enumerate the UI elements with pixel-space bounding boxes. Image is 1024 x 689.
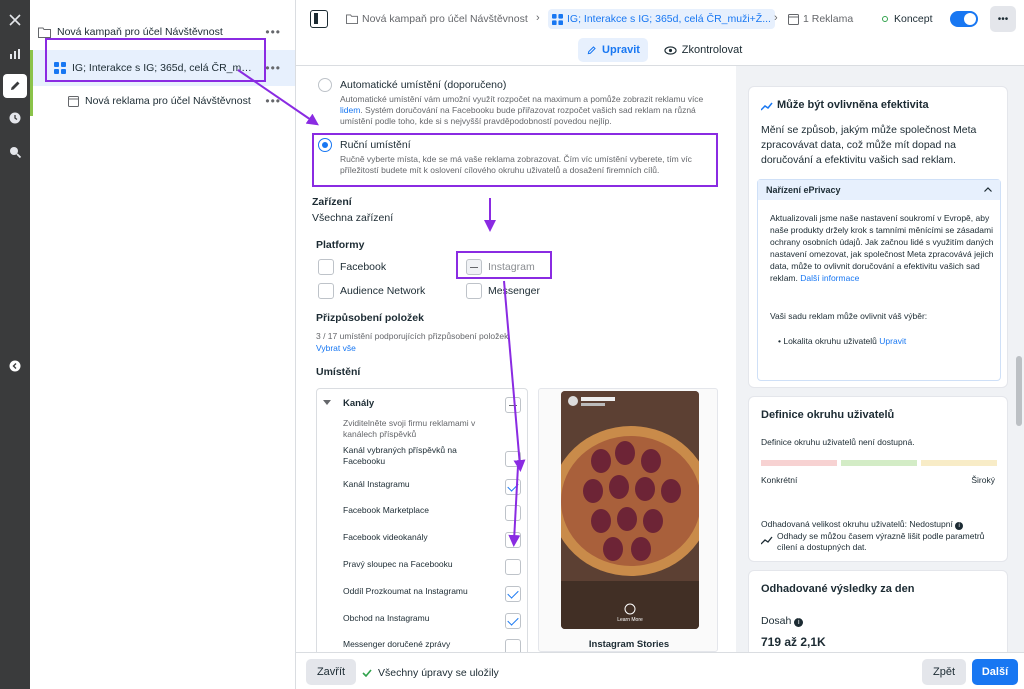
info-icon[interactable]: i — [794, 618, 804, 627]
more-options-button[interactable]: ••• — [990, 6, 1016, 32]
broad-label: Široký — [971, 475, 995, 485]
placement-form: Automatické umístění (doporučeno) Automa… — [296, 66, 736, 652]
folder-icon — [346, 14, 358, 24]
bottom-bar: Zavřít Všechny úpravy se uložily Zpět Da… — [296, 652, 1024, 689]
reach-label: Dosah — [761, 615, 792, 627]
status-badge: Koncept — [882, 11, 933, 27]
reach-value: 719 až 2,1K — [761, 635, 826, 649]
trend-sparkle-icon — [761, 536, 773, 545]
chevron-up-icon[interactable] — [984, 187, 992, 192]
more-options-icon[interactable]: ••• — [265, 25, 281, 39]
collapse-toggle-icon[interactable] — [3, 354, 27, 378]
eprivacy-bullet-label: Lokalita okruhu uživatelů — [783, 336, 877, 346]
tab-edit-label: Upravit — [602, 44, 640, 56]
breadcrumb-campaign-label: Nová kampaň pro účel Návštěvnost — [362, 13, 528, 25]
annotation-arrow-tree — [237, 69, 319, 126]
right-info-panel: Může být ovlivněna efektivita Mění se zp… — [736, 66, 1024, 652]
next-button[interactable]: Další — [972, 659, 1018, 685]
specific-label: Konkrétní — [761, 475, 798, 485]
effectiveness-card: Může být ovlivněna efektivita Mění se zp… — [748, 86, 1008, 388]
audience-gauge-green — [841, 460, 917, 466]
effectiveness-body: Mění se způsob, jakým může společnost Me… — [761, 124, 977, 166]
clock-icon[interactable] — [3, 106, 27, 130]
search-zoom-icon[interactable] — [3, 140, 27, 164]
estimated-results-card: Odhadované výsledky za den Dosah i 719 a… — [748, 570, 1008, 652]
folder-icon — [38, 27, 51, 38]
estimated-size-row: Odhadovaná velikost okruhu uživatelů: Ne… — [761, 519, 964, 530]
eye-icon — [664, 45, 677, 55]
tab-edit[interactable]: Upravit — [578, 38, 648, 62]
breadcrumb-ads-label: 1 Reklama — [803, 13, 854, 25]
tab-review-label: Zkontrolovat — [681, 44, 743, 56]
ad-document-icon — [68, 95, 79, 107]
save-status: Všechny úpravy se uložily — [362, 667, 499, 679]
audience-unavailable-text: Definice okruhu uživatelů není dostupná. — [761, 437, 915, 447]
eprivacy-affect-text: Vaši sadu reklam může ovlivnit váš výběr… — [770, 311, 928, 321]
estimated-results-title: Odhadované výsledky za den — [761, 583, 915, 595]
breadcrumb-campaign[interactable]: Nová kampaň pro účel Návštěvnost — [346, 11, 528, 27]
estimated-size-note: Odhady se můžou časem výrazně lišit podl… — [777, 531, 985, 552]
edit-pencil-icon — [587, 45, 596, 54]
eprivacy-header[interactable]: Nařízení ePrivacy — [758, 180, 1000, 200]
tree-campaign-label: Nová kampaň pro účel Návštěvnost — [57, 26, 223, 38]
audience-gauge-red — [761, 460, 837, 466]
eprivacy-title: Nařízení ePrivacy — [766, 185, 841, 195]
close-icon[interactable] — [3, 8, 27, 32]
checkmark-icon — [362, 669, 372, 677]
tab-review[interactable]: Zkontrolovat — [658, 38, 748, 62]
status-dot-icon — [882, 16, 888, 22]
back-button[interactable]: Zpět — [922, 659, 966, 685]
left-icon-rail — [0, 0, 30, 689]
eprivacy-section: Nařízení ePrivacy Aktualizovali jsme naš… — [757, 179, 1001, 381]
annotation-arrows — [484, 198, 526, 547]
status-label: Koncept — [894, 13, 933, 25]
chart-icon[interactable] — [3, 42, 27, 66]
save-status-label: Všechny úpravy se uložily — [378, 667, 499, 679]
ad-document-icon — [788, 13, 799, 25]
scrollbar[interactable] — [1014, 66, 1024, 652]
info-icon[interactable]: i — [955, 522, 964, 530]
breadcrumb-ads[interactable]: 1 Reklama — [788, 11, 853, 27]
audience-definition-card: Definice okruhu uživatelů Definice okruh… — [748, 396, 1008, 562]
more-info-link[interactable]: Další informace — [800, 273, 859, 283]
reach-row: Dosah i — [761, 615, 804, 627]
more-options-icon: ••• — [997, 13, 1009, 25]
campaign-toggle-switch[interactable] — [950, 11, 978, 27]
adset-grid-icon — [552, 13, 563, 25]
sidebar-toggle-icon[interactable] — [310, 10, 328, 28]
close-button[interactable]: Zavřít — [306, 659, 356, 685]
breadcrumb-adset-label: IG; Interakce s IG; 365d, celá ČR_muži+Ž… — [567, 13, 771, 25]
trend-sparkle-icon — [761, 102, 773, 111]
audience-definition-title: Definice okruhu uživatelů — [761, 409, 895, 421]
edit-pencil-icon[interactable] — [3, 74, 27, 98]
breadcrumb-separator-icon: › — [536, 12, 540, 24]
breadcrumb-adset[interactable]: IG; Interakce s IG; 365d, celá ČR_muži+Ž… — [548, 9, 775, 29]
edit-location-link[interactable]: Upravit — [879, 336, 906, 346]
top-bar: Nová kampaň pro účel Návštěvnost › IG; I… — [296, 0, 1024, 66]
audience-gauge-yellow — [921, 460, 997, 466]
eprivacy-bullet: • Lokalita okruhu uživatelů Upravit — [778, 336, 907, 346]
eprivacy-body: Aktualizovali jsme naše nastavení soukro… — [770, 212, 994, 284]
effectiveness-title: Může být ovlivněna efektivita — [777, 99, 929, 111]
estimated-size-text: Odhadovaná velikost okruhu uživatelů: Ne… — [761, 519, 953, 529]
breadcrumb-separator-icon: › — [774, 12, 778, 24]
